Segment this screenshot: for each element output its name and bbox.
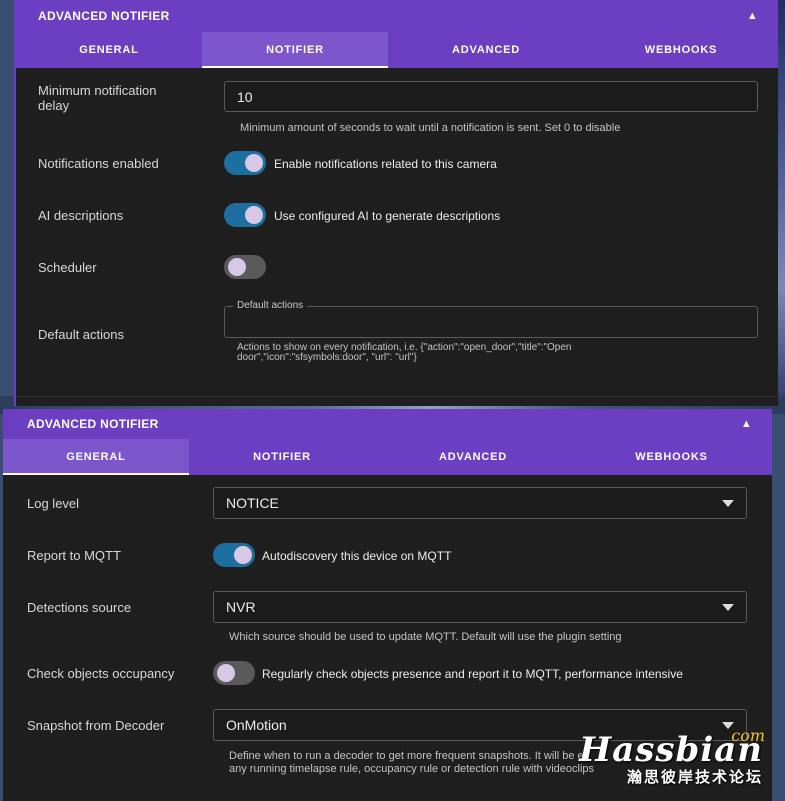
watermark-com: com	[731, 726, 765, 745]
default-actions-hint: Actions to show on every notification, i…	[237, 342, 572, 363]
tab-advanced[interactable]: ADVANCED	[388, 32, 584, 68]
toggle-knob	[217, 664, 235, 682]
notifications-enabled-toggle[interactable]	[224, 151, 266, 175]
min-delay-input[interactable]: 10	[224, 81, 758, 112]
chevron-up-icon[interactable]: ▲	[741, 418, 752, 430]
detections-source-label: Detections source	[27, 600, 132, 615]
panel-header[interactable]: ADVANCED NOTIFIER ▲	[3, 409, 772, 439]
site-watermark: com Hassbian 瀚思彼岸技术论坛	[579, 726, 765, 787]
snapshot-decoder-label: Snapshot from Decoder	[27, 718, 165, 733]
panel-title: ADVANCED NOTIFIER	[38, 9, 170, 23]
notifications-enabled-label: Notifications enabled	[38, 156, 159, 171]
panel-title: ADVANCED NOTIFIER	[27, 417, 159, 431]
default-actions-input[interactable]: Default actions	[224, 300, 758, 338]
tab-general[interactable]: GENERAL	[3, 439, 189, 475]
check-occupancy-description: Regularly check objects presence and rep…	[262, 667, 683, 681]
detections-source-hint: Which source should be used to update MQ…	[229, 631, 622, 643]
divider	[16, 396, 778, 397]
advanced-notifier-panel-notifier: ADVANCED NOTIFIER ▲ GENERAL NOTIFIER ADV…	[14, 0, 778, 406]
log-level-select[interactable]: NOTICE	[213, 487, 747, 519]
tab-webhooks[interactable]: WEBHOOKS	[584, 32, 778, 68]
toggle-knob	[234, 546, 252, 564]
default-actions-legend: Default actions	[233, 300, 308, 311]
tab-general[interactable]: GENERAL	[16, 32, 202, 68]
scheduler-label: Scheduler	[38, 260, 97, 275]
tab-webhooks[interactable]: WEBHOOKS	[571, 439, 772, 475]
ai-descriptions-label: AI descriptions	[38, 208, 124, 223]
check-occupancy-toggle[interactable]	[213, 661, 255, 685]
ai-descriptions-description: Use configured AI to generate descriptio…	[274, 209, 501, 223]
ai-descriptions-toggle[interactable]	[224, 203, 266, 227]
detections-source-select[interactable]: NVR	[213, 591, 747, 623]
chevron-up-icon[interactable]: ▲	[747, 10, 758, 22]
report-mqtt-label: Report to MQTT	[27, 548, 121, 563]
tab-bar: GENERAL NOTIFIER ADVANCED WEBHOOKS	[3, 439, 772, 475]
chevron-down-icon	[722, 603, 734, 611]
log-level-label: Log level	[27, 496, 80, 511]
tab-notifier[interactable]: NOTIFIER	[189, 439, 375, 475]
chevron-down-icon	[722, 499, 734, 507]
scheduler-toggle[interactable]	[224, 255, 266, 279]
report-mqtt-toggle[interactable]	[213, 543, 255, 567]
check-occupancy-label: Check objects occupancy	[27, 666, 175, 681]
notifications-enabled-description: Enable notifications related to this cam…	[274, 157, 497, 171]
min-delay-hint: Minimum amount of seconds to wait until …	[240, 122, 621, 134]
min-delay-label: Minimum notification delay	[38, 83, 157, 113]
toggle-knob	[245, 206, 263, 224]
panel-header[interactable]: ADVANCED NOTIFIER ▲	[16, 0, 778, 32]
toggle-knob	[245, 154, 263, 172]
report-mqtt-description: Autodiscovery this device on MQTT	[262, 549, 452, 563]
tab-notifier[interactable]: NOTIFIER	[202, 32, 388, 68]
toggle-knob	[228, 258, 246, 276]
tab-advanced[interactable]: ADVANCED	[375, 439, 571, 475]
snapshot-decoder-hint: Define when to run a decoder to get more…	[229, 750, 595, 775]
tab-bar: GENERAL NOTIFIER ADVANCED WEBHOOKS	[16, 32, 778, 68]
default-actions-label: Default actions	[38, 327, 124, 342]
